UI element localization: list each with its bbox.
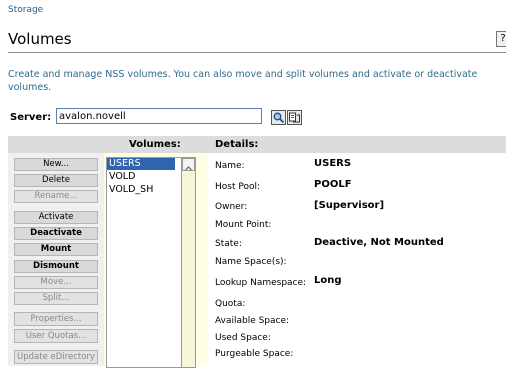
server-history-button[interactable]: [287, 110, 302, 125]
browse-server-button[interactable]: [271, 110, 286, 125]
volumes-header: Volumes:: [129, 139, 181, 150]
detail-label-name: Name:: [215, 161, 245, 171]
detail-label-state: State:: [215, 239, 242, 249]
detail-label-purgeable-space: Purgeable Space:: [215, 349, 294, 359]
detail-label-mount-point: Mount Point:: [215, 220, 272, 230]
rename-volume-button[interactable]: Rename...: [14, 190, 98, 203]
new-volume-button[interactable]: New...: [14, 158, 98, 171]
dismount-button[interactable]: Dismount: [14, 260, 98, 273]
server-label: Server:: [10, 112, 52, 123]
mount-button[interactable]: Mount: [14, 243, 98, 256]
detail-value-host-pool: POOLF: [314, 179, 352, 190]
detail-value-name: USERS: [314, 158, 352, 169]
deactivate-button[interactable]: Deactivate: [14, 227, 98, 240]
detail-label-quota: Quota:: [215, 299, 246, 309]
activate-button[interactable]: Activate: [14, 211, 98, 224]
volume-item-vold[interactable]: VOLD: [107, 171, 175, 183]
detail-label-lookup-namespace: Lookup Namespace:: [215, 278, 307, 288]
detail-label-owner: Owner:: [215, 202, 248, 212]
breadcrumb[interactable]: Storage: [8, 5, 43, 15]
server-input[interactable]: avalon.novell: [56, 108, 262, 124]
detail-label-available-space: Available Space:: [215, 316, 290, 326]
details-header: Details:: [215, 139, 259, 150]
detail-value-owner: [Supervisor]: [314, 200, 385, 211]
delete-volume-button[interactable]: Delete: [14, 174, 98, 187]
split-button[interactable]: Split...: [14, 292, 98, 305]
chevron-up-icon: [185, 166, 192, 171]
detail-value-lookup-namespace: Long: [314, 275, 342, 286]
volume-item-vold-sh[interactable]: VOLD_SH: [107, 184, 175, 196]
volume-item-users[interactable]: USERS: [107, 158, 175, 170]
scroll-up-button[interactable]: [182, 158, 195, 171]
detail-label-name-spaces: Name Space(s):: [215, 257, 287, 267]
user-quotas-button[interactable]: User Quotas...: [14, 329, 98, 343]
search-icon: [273, 112, 285, 124]
page-title: Volumes: [8, 30, 72, 48]
detail-label-host-pool: Host Pool:: [215, 182, 261, 192]
detail-label-used-space: Used Space:: [215, 333, 271, 343]
page-description: Create and manage NSS volumes. You can a…: [8, 69, 478, 93]
move-button[interactable]: Move...: [14, 276, 98, 289]
properties-button[interactable]: Properties...: [14, 312, 98, 326]
title-divider: [8, 52, 506, 53]
detail-value-state: Deactive, Not Mounted: [314, 237, 444, 248]
help-button[interactable]: ?: [496, 31, 506, 47]
history-icon: [289, 112, 300, 123]
volumes-list-scrollbar[interactable]: [181, 157, 196, 368]
update-edirectory-button[interactable]: Update eDirectory: [14, 350, 98, 364]
